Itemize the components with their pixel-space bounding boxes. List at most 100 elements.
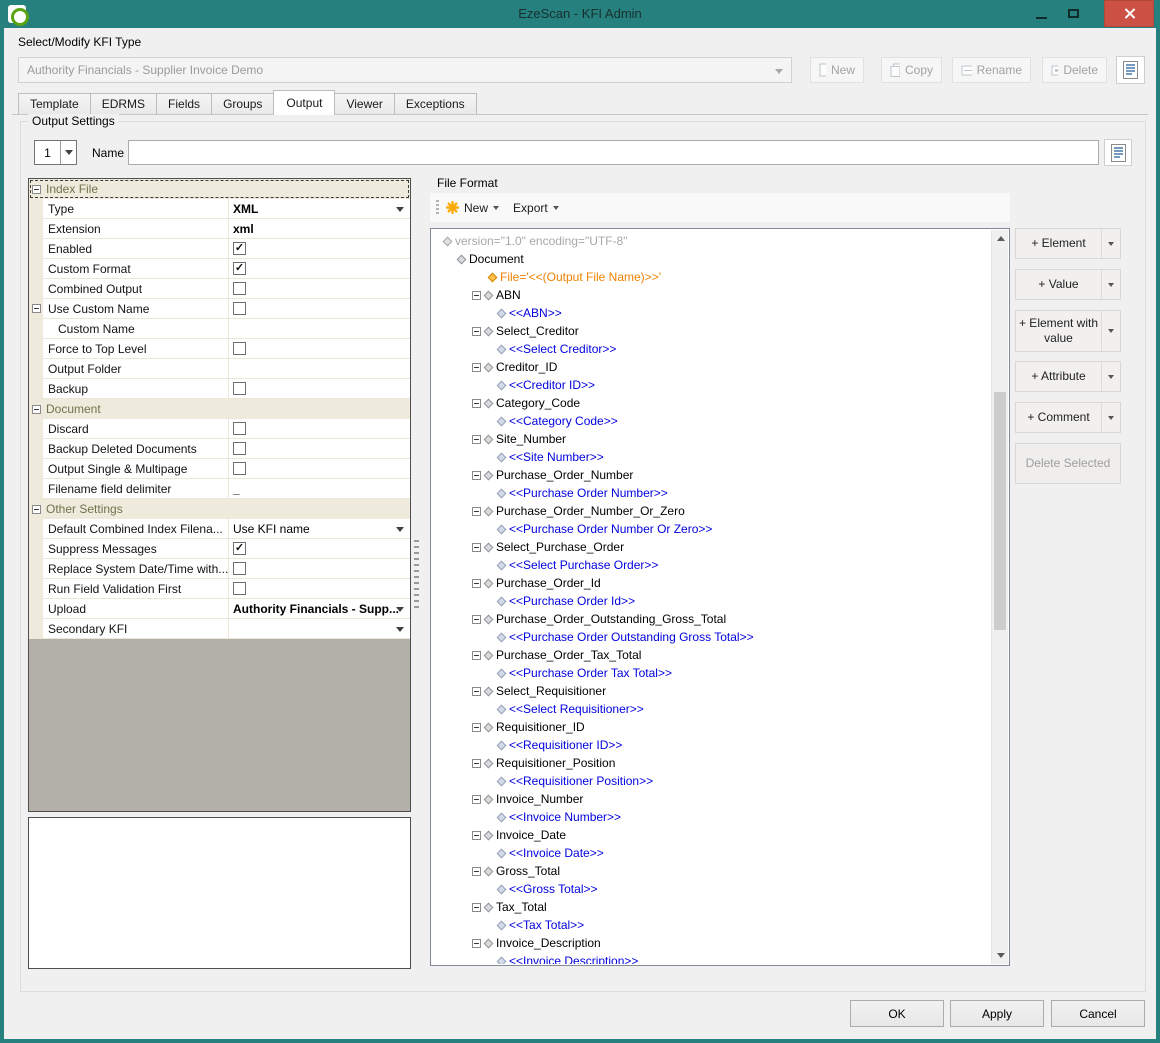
tree-node-element[interactable]: Site_Number bbox=[432, 430, 991, 448]
tree-node-value[interactable]: <<Tax Total>> bbox=[432, 916, 991, 934]
tree-node-value[interactable]: <<Category Code>> bbox=[432, 412, 991, 430]
scroll-up-button[interactable] bbox=[992, 230, 1009, 247]
tree-new-button[interactable]: New bbox=[439, 198, 506, 218]
tree-node-value[interactable]: <<Select Purchase Order>> bbox=[432, 556, 991, 574]
tree-node-value[interactable]: <<Purchase Order Outstanding Gross Total… bbox=[432, 628, 991, 646]
delete-selected-button[interactable]: Delete Selected bbox=[1015, 443, 1121, 484]
tree-node-element[interactable]: Requisitioner_ID bbox=[432, 718, 991, 736]
tree-node-value[interactable]: <<Invoice Number>> bbox=[432, 808, 991, 826]
tree-node-value[interactable]: <<Gross Total>> bbox=[432, 880, 991, 898]
collapse-icon[interactable] bbox=[32, 304, 41, 313]
tree-node-attribute[interactable]: File='<<(Output File Name)>>' bbox=[432, 268, 991, 286]
category-index-file[interactable]: Index File bbox=[29, 179, 410, 199]
checkbox[interactable] bbox=[233, 302, 246, 315]
title-bar[interactable]: EzeScan - KFI Admin bbox=[0, 0, 1160, 28]
tree-node-element[interactable]: Invoice_Description bbox=[432, 934, 991, 952]
property-secondary-kfi[interactable]: Secondary KFI bbox=[29, 619, 410, 639]
property-suppress-messages[interactable]: Suppress Messages bbox=[29, 539, 410, 559]
tab-edrms[interactable]: EDRMS bbox=[90, 93, 157, 114]
tab-viewer[interactable]: Viewer bbox=[334, 93, 394, 114]
collapse-icon[interactable] bbox=[472, 327, 481, 336]
collapse-icon[interactable] bbox=[472, 507, 481, 516]
add-value-button[interactable]: + Value bbox=[1015, 269, 1121, 300]
property-combined-output[interactable]: Combined Output bbox=[29, 279, 410, 299]
cancel-button[interactable]: Cancel bbox=[1051, 1000, 1145, 1027]
ok-button[interactable]: OK bbox=[850, 1000, 944, 1027]
checkbox[interactable] bbox=[233, 582, 246, 595]
scrollbar-thumb[interactable] bbox=[994, 392, 1006, 630]
tree-node-value[interactable]: <<Site Number>> bbox=[432, 448, 991, 466]
checkbox[interactable] bbox=[233, 282, 246, 295]
tree-node-element[interactable]: Requisitioner_Position bbox=[432, 754, 991, 772]
property-output-folder[interactable]: Output Folder bbox=[29, 359, 410, 379]
tree-node-value[interactable]: <<Purchase Order Number>> bbox=[432, 484, 991, 502]
output-name-input[interactable] bbox=[128, 140, 1099, 165]
property-output-single-multipage[interactable]: Output Single & Multipage bbox=[29, 459, 410, 479]
add-value-dropdown[interactable] bbox=[1101, 270, 1120, 299]
collapse-icon[interactable] bbox=[32, 185, 41, 194]
tree-node-value[interactable]: <<Requisitioner ID>> bbox=[432, 736, 991, 754]
tree-node-value[interactable]: <<Select Requisitioner>> bbox=[432, 700, 991, 718]
add-comment-button[interactable]: + Comment bbox=[1015, 402, 1121, 433]
tree-node-element[interactable]: Select_Creditor bbox=[432, 322, 991, 340]
tree-node-value[interactable]: <<Purchase Order Tax Total>> bbox=[432, 664, 991, 682]
rename-kfi-button[interactable]: Rename bbox=[952, 57, 1031, 83]
collapse-icon[interactable] bbox=[472, 615, 481, 624]
collapse-icon[interactable] bbox=[472, 471, 481, 480]
property-backup-deleted-documents[interactable]: Backup Deleted Documents bbox=[29, 439, 410, 459]
dropdown-arrow-icon[interactable] bbox=[392, 521, 408, 537]
collapse-icon[interactable] bbox=[32, 505, 41, 514]
checkbox[interactable] bbox=[233, 342, 246, 355]
dropdown-arrow-icon[interactable] bbox=[392, 201, 408, 217]
collapse-icon[interactable] bbox=[472, 651, 481, 660]
collapse-icon[interactable] bbox=[472, 867, 481, 876]
tree-node-element[interactable]: Select_Purchase_Order bbox=[432, 538, 991, 556]
tree-node-pi[interactable]: version="1.0" encoding="UTF-8" bbox=[432, 232, 991, 250]
dropdown-arrow-icon[interactable] bbox=[392, 601, 408, 617]
checkbox[interactable] bbox=[233, 422, 246, 435]
splitter-handle[interactable] bbox=[414, 540, 419, 612]
checkbox[interactable] bbox=[233, 242, 246, 255]
kfi-type-combobox[interactable]: Authority Financials - Supplier Invoice … bbox=[18, 57, 792, 83]
property-extension[interactable]: Extensionxml bbox=[29, 219, 410, 239]
property-filename-field-delimiter[interactable]: Filename field delimiter_ bbox=[29, 479, 410, 499]
add-comment-dropdown[interactable] bbox=[1101, 403, 1120, 432]
tree-node-element[interactable]: Document bbox=[432, 250, 991, 268]
copy-kfi-button[interactable]: Copy bbox=[881, 57, 942, 83]
collapse-icon[interactable] bbox=[472, 759, 481, 768]
tab-exceptions[interactable]: Exceptions bbox=[394, 93, 477, 114]
tab-fields[interactable]: Fields bbox=[156, 93, 212, 114]
tree-node-element[interactable]: Invoice_Date bbox=[432, 826, 991, 844]
scroll-down-button[interactable] bbox=[992, 947, 1009, 964]
minimize-button[interactable] bbox=[1026, 0, 1056, 27]
collapse-icon[interactable] bbox=[472, 939, 481, 948]
tree-node-value[interactable]: <<Select Creditor>> bbox=[432, 340, 991, 358]
tab-template[interactable]: Template bbox=[18, 93, 91, 114]
add-element-with-value-button[interactable]: + Element with value bbox=[1015, 310, 1121, 352]
checkbox[interactable] bbox=[233, 262, 246, 275]
property-use-custom-name[interactable]: Use Custom Name bbox=[29, 299, 410, 319]
collapse-icon[interactable] bbox=[472, 831, 481, 840]
category-other-settings[interactable]: Other Settings bbox=[29, 499, 410, 519]
property-enabled[interactable]: Enabled bbox=[29, 239, 410, 259]
tree-node-value[interactable]: <<Creditor ID>> bbox=[432, 376, 991, 394]
tree-node-element[interactable]: ABN bbox=[432, 286, 991, 304]
add-attribute-button[interactable]: + Attribute bbox=[1015, 361, 1121, 392]
dropdown-arrow-icon[interactable] bbox=[392, 621, 408, 637]
property-type[interactable]: TypeXML bbox=[29, 199, 410, 219]
new-kfi-button[interactable]: New bbox=[810, 57, 864, 83]
property-force-to-top-level[interactable]: Force to Top Level bbox=[29, 339, 410, 359]
tree-node-element[interactable]: Purchase_Order_Number_Or_Zero bbox=[432, 502, 991, 520]
tab-groups[interactable]: Groups bbox=[211, 93, 274, 114]
property-default-combined-index-filena[interactable]: Default Combined Index Filena...Use KFI … bbox=[29, 519, 410, 539]
property-replace-system-date-time-with[interactable]: Replace System Date/Time with... bbox=[29, 559, 410, 579]
tree-node-element[interactable]: Purchase_Order_Id bbox=[432, 574, 991, 592]
tree-node-element[interactable]: Purchase_Order_Outstanding_Gross_Total bbox=[432, 610, 991, 628]
tree-node-element[interactable]: Creditor_ID bbox=[432, 358, 991, 376]
tree-node-value[interactable]: <<Purchase Order Id>> bbox=[432, 592, 991, 610]
tree-node-element[interactable]: Gross_Total bbox=[432, 862, 991, 880]
tree-node-element[interactable]: Purchase_Order_Tax_Total bbox=[432, 646, 991, 664]
output-notes-button[interactable] bbox=[1104, 139, 1132, 166]
apply-button[interactable]: Apply bbox=[950, 1000, 1044, 1027]
output-index-combobox[interactable]: 1 bbox=[34, 140, 77, 165]
